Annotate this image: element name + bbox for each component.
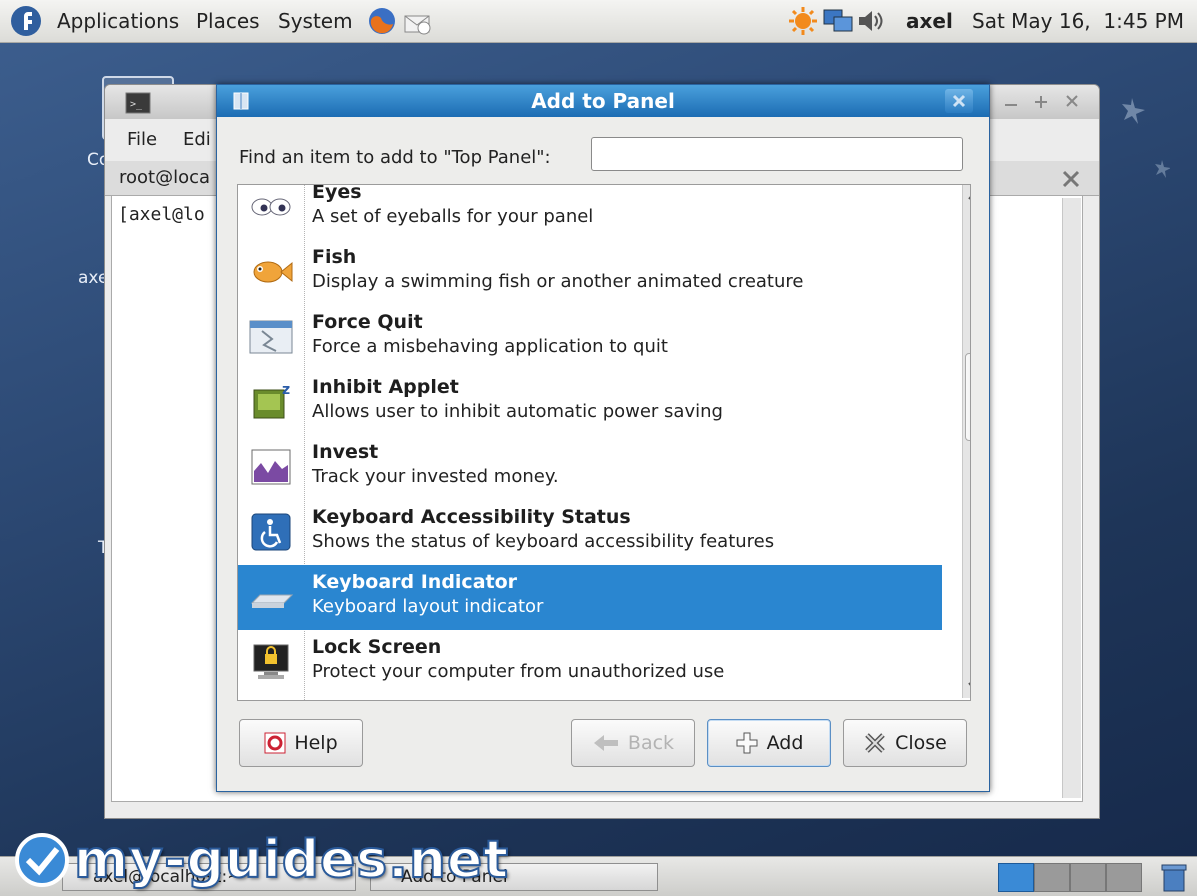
list-item-description: Allows user to inhibit automatic power s… xyxy=(312,401,723,422)
list-item[interactable]: z Inhibit Applet Allows user to inhibit … xyxy=(238,370,942,435)
list-item-description: A set of eyeballs for your panel xyxy=(312,206,594,227)
list-item-title: Lock Screen xyxy=(312,636,442,658)
close-tab-icon[interactable] xyxy=(1061,169,1081,189)
list-item[interactable]: Keyboard Accessibility Status Shows the … xyxy=(238,500,942,565)
help-icon xyxy=(264,732,286,754)
list-item-description: Keyboard layout indicator xyxy=(312,596,544,617)
list-item-description: Shows the status of keyboard accessibili… xyxy=(312,531,775,552)
watermark-check-icon xyxy=(15,833,69,887)
svg-text:>_: >_ xyxy=(130,99,143,110)
terminal-prompt: [axel@lo xyxy=(118,204,205,225)
inhibit-icon: z xyxy=(253,382,290,419)
help-label: Help xyxy=(294,732,338,754)
mail-icon[interactable] xyxy=(402,6,434,36)
add-to-panel-dialog: Add to Panel Find an item to add to "Top… xyxy=(216,84,990,792)
scroll-thumb[interactable] xyxy=(965,353,970,441)
list-item-description: Track your invested money. xyxy=(312,466,559,487)
list-item-description: Protect your computer from unauthorized … xyxy=(312,661,725,682)
workspace-2[interactable] xyxy=(1034,863,1070,892)
firefox-icon[interactable] xyxy=(367,6,397,36)
user-name[interactable]: axel xyxy=(906,9,953,33)
list-item[interactable]: Fish Display a swimming fish or another … xyxy=(238,240,942,305)
terminal-icon: >_ xyxy=(125,92,151,114)
add-icon xyxy=(736,732,758,754)
lock-screen-icon xyxy=(253,644,289,679)
list-item-title: Force Quit xyxy=(312,311,423,333)
terminal-menu-edit[interactable]: Edi xyxy=(183,129,211,150)
dialog-close-button[interactable] xyxy=(945,89,973,113)
workspace-3[interactable] xyxy=(1070,863,1106,892)
list-item-description: Force a misbehaving application to quit xyxy=(312,336,668,357)
search-input[interactable] xyxy=(591,137,963,171)
svg-text:z: z xyxy=(282,382,290,398)
list-item[interactable]: Invest Track your invested money. xyxy=(238,435,942,500)
force-quit-icon xyxy=(249,320,293,354)
list-scrollbar[interactable] xyxy=(962,185,971,698)
clock[interactable]: Sat May 16, 1:45 PM xyxy=(972,9,1184,33)
scroll-down-icon[interactable] xyxy=(966,679,971,693)
network-icon[interactable] xyxy=(822,7,854,35)
terminal-scrollbar[interactable] xyxy=(1062,198,1081,798)
wallpaper-stars xyxy=(1122,98,1170,178)
search-label: Find an item to add to "Top Panel": xyxy=(239,147,551,168)
accessibility-icon xyxy=(251,513,291,551)
volume-icon[interactable] xyxy=(856,8,886,34)
terminal-tab[interactable]: root@loca xyxy=(119,167,210,188)
places-menu[interactable]: Places xyxy=(196,9,260,33)
workspace-1[interactable] xyxy=(998,863,1034,892)
applications-menu[interactable]: Applications xyxy=(57,9,179,33)
list-item[interactable]: Eyes A set of eyeballs for your panel xyxy=(238,184,942,240)
add-button[interactable]: Add xyxy=(707,719,831,767)
list-item[interactable]: Force Quit Force a misbehaving applicati… xyxy=(238,305,942,370)
fish-icon xyxy=(253,261,293,283)
close-x-icon xyxy=(865,733,885,753)
back-button[interactable]: Back xyxy=(571,719,695,767)
workspace-4[interactable] xyxy=(1106,863,1142,892)
eyes-icon xyxy=(251,198,291,216)
system-menu[interactable]: System xyxy=(278,9,353,33)
close-icon xyxy=(952,94,966,108)
back-arrow-icon xyxy=(593,735,618,751)
list-item-title: Keyboard Indicator xyxy=(312,571,518,593)
updates-icon[interactable] xyxy=(788,6,818,36)
watermark-text: my-guides.net xyxy=(73,829,510,891)
dialog-title: Add to Panel xyxy=(531,89,675,113)
applet-list[interactable]: Eyes A set of eyeballs for your panel Fi… xyxy=(237,184,971,701)
help-button[interactable]: Help xyxy=(239,719,363,767)
trash-icon[interactable] xyxy=(1158,861,1190,893)
fedora-logo-icon[interactable] xyxy=(10,5,42,37)
list-item-description: Display a swimming fish or another anima… xyxy=(312,271,804,292)
back-label: Back xyxy=(627,732,675,754)
list-item-title: Eyes xyxy=(312,184,362,203)
list-item-title: Inhibit Applet xyxy=(312,376,459,398)
invest-icon xyxy=(251,449,291,485)
keyboard-icon xyxy=(250,594,294,608)
list-item-title: Fish xyxy=(312,246,357,268)
list-item[interactable]: Lock Screen Protect your computer from u… xyxy=(238,630,942,695)
list-item-selected[interactable]: Keyboard Indicator Keyboard layout indic… xyxy=(238,565,942,630)
top-panel: Applications Places System axel Sat May … xyxy=(0,0,1197,43)
window-controls-icon[interactable] xyxy=(997,91,1091,113)
close-button[interactable]: Close xyxy=(843,719,967,767)
close-label: Close xyxy=(895,732,947,754)
list-item-title: Invest xyxy=(312,441,379,463)
scroll-up-icon[interactable] xyxy=(966,189,971,203)
add-label: Add xyxy=(766,732,804,754)
list-item-title: Keyboard Accessibility Status xyxy=(312,506,631,528)
dialog-titlebar[interactable]: Add to Panel xyxy=(217,85,989,117)
terminal-menu-file[interactable]: File xyxy=(127,129,157,150)
